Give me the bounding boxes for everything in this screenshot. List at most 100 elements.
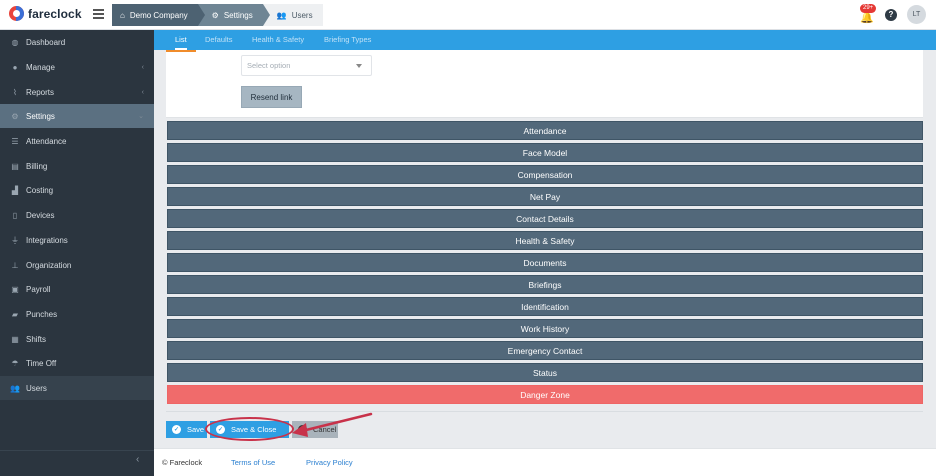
chart-icon: ⌇ — [13, 87, 17, 97]
section-net-pay[interactable]: Net Pay — [167, 187, 923, 206]
tab-health-safety[interactable]: Health & Safety — [252, 30, 304, 50]
sidebar-item-label: Reports — [26, 87, 55, 97]
fareclock-logo-icon — [9, 6, 24, 21]
home-icon: ⌂ — [120, 10, 125, 20]
breadcrumb-label: Demo Company — [129, 10, 188, 20]
factory-icon: ▟ — [11, 185, 19, 195]
sidebar-item-label: Dashboard — [26, 37, 66, 47]
sidebar-item-punches[interactable]: ▰ Punches — [0, 302, 154, 326]
section-danger-zone[interactable]: Danger Zone — [167, 385, 923, 404]
top-bar: fareclock ⌂ Demo Company ⚙ Settings 👥 Us… — [0, 0, 936, 30]
sidebar-item-settings[interactable]: ⚙ Settings ⌄ — [0, 104, 154, 128]
sidebar-item-organization[interactable]: ⊥ Organization — [0, 253, 154, 277]
sidebar-item-label: Manage — [26, 62, 55, 72]
sidebar-item-manage[interactable]: ● Manage ‹ — [0, 55, 154, 79]
chevron-left-icon: ‹ — [141, 63, 144, 71]
cancel-button-label: Cancel — [313, 425, 337, 434]
dashboard-icon: ◍ — [11, 37, 19, 47]
truck-icon: ▰ — [11, 309, 19, 319]
money-icon: ▣ — [11, 284, 19, 294]
tab-briefing-types[interactable]: Briefing Types — [324, 30, 371, 50]
section-work-history[interactable]: Work History — [167, 319, 923, 338]
app-name: fareclock — [28, 6, 82, 21]
section-briefings[interactable]: Briefings — [167, 275, 923, 294]
gear-icon: ⚙ — [211, 10, 219, 20]
sidebar-item-users[interactable]: 👥 Users — [0, 376, 154, 400]
check-icon: ✓ — [216, 425, 225, 434]
option-select[interactable]: Select option — [241, 55, 372, 76]
section-status[interactable]: Status — [167, 363, 923, 382]
caret-down-icon — [356, 64, 362, 68]
tab-list[interactable]: List — [175, 30, 187, 50]
section-emergency-contact[interactable]: Emergency Contact — [167, 341, 923, 360]
plug-icon: ⏚ — [11, 235, 19, 245]
actions-divider — [166, 411, 923, 412]
tab-defaults[interactable]: Defaults — [205, 30, 233, 50]
users-icon: 👥 — [10, 383, 20, 393]
save-button-label: Save — [187, 425, 205, 434]
save-button[interactable]: ✓ Save — [166, 421, 207, 438]
sidebar-item-time-off[interactable]: ☂ Time Off — [0, 351, 154, 375]
sidebar-item-billing[interactable]: ▤ Billing — [0, 154, 154, 178]
tablet-icon: ▯ — [12, 210, 18, 220]
app-logo[interactable]: fareclock — [9, 6, 82, 21]
notifications-bell-icon[interactable]: 🔔 29+ — [859, 3, 877, 24]
terms-of-use-link[interactable]: Terms of Use — [231, 458, 275, 467]
section-compensation[interactable]: Compensation — [167, 165, 923, 184]
sidebar-item-label: Time Off — [26, 358, 57, 368]
sidebar-item-shifts[interactable]: ▦ Shifts — [0, 327, 154, 351]
cancel-button[interactable]: ✕ Cancel — [292, 421, 338, 438]
shifts-icon: ▦ — [11, 334, 19, 344]
breadcrumb-users[interactable]: 👥 Users — [262, 4, 323, 26]
sidebar-item-label: Attendance — [26, 136, 67, 146]
chevron-down-icon: ⌄ — [138, 113, 144, 120]
sidebar: ◍ Dashboard ● Manage ‹ ⌇ Reports ‹ ⚙ Settings ⌄… — [0, 30, 154, 476]
users-icon: 👥 — [276, 10, 287, 20]
sidebar-item-label: Payroll — [26, 284, 51, 294]
sidebar-item-integrations[interactable]: ⏚ Integrations — [0, 228, 154, 252]
menu-toggle-icon[interactable] — [93, 9, 104, 19]
sidebar-item-label: Shifts — [26, 334, 47, 344]
tab-strip: List Defaults Health & Safety Briefing T… — [154, 30, 936, 50]
avatar[interactable]: LT — [907, 5, 926, 24]
save-close-button-label: Save & Close — [231, 425, 277, 434]
notification-badge: 29+ — [860, 3, 877, 13]
sitemap-icon: ⊥ — [11, 260, 19, 270]
sidebar-item-label: Users — [26, 383, 47, 393]
section-documents[interactable]: Documents — [167, 253, 923, 272]
section-contact-details[interactable]: Contact Details — [167, 209, 923, 228]
sidebar-divider — [0, 450, 154, 451]
resend-link-button[interactable]: Resend link — [241, 86, 302, 108]
chevron-left-icon: ‹ — [141, 88, 144, 96]
save-close-button[interactable]: ✓ Save & Close — [210, 421, 289, 438]
sidebar-item-costing[interactable]: ▟ Costing — [0, 178, 154, 202]
gear-icon: ⚙ — [11, 111, 19, 121]
sidebar-item-payroll[interactable]: ▣ Payroll — [0, 277, 154, 301]
user-form-card: Select option Resend link — [166, 50, 923, 118]
sidebar-item-reports[interactable]: ⌇ Reports ‹ — [0, 80, 154, 104]
breadcrumb-label: Settings — [223, 10, 253, 20]
sidebar-item-label: Settings — [26, 111, 55, 121]
breadcrumb-label: Users — [291, 10, 313, 20]
billing-icon: ▤ — [11, 161, 19, 171]
sidebar-item-label: Organization — [26, 260, 72, 270]
breadcrumb-settings[interactable]: ⚙ Settings — [197, 4, 270, 26]
footer: © Fareclock Terms of Use Privacy Policy — [154, 448, 936, 476]
umbrella-icon: ☂ — [11, 358, 19, 368]
collapse-sidebar-icon[interactable]: ‹ — [136, 454, 139, 465]
sidebar-item-label: Billing — [26, 161, 48, 171]
sidebar-item-devices[interactable]: ▯ Devices — [0, 203, 154, 227]
help-icon[interactable]: ? — [885, 8, 897, 21]
section-identification[interactable]: Identification — [167, 297, 923, 316]
list-icon: ☰ — [11, 136, 19, 146]
sidebar-item-label: Integrations — [26, 235, 68, 245]
sidebar-item-dashboard[interactable]: ◍ Dashboard — [0, 30, 154, 54]
breadcrumb-company[interactable]: ⌂ Demo Company — [112, 4, 205, 26]
section-face-model[interactable]: Face Model — [167, 143, 923, 162]
sidebar-item-label: Devices — [26, 210, 55, 220]
section-health-safety[interactable]: Health & Safety — [167, 231, 923, 250]
section-attendance[interactable]: Attendance — [167, 121, 923, 140]
sidebar-item-attendance[interactable]: ☰ Attendance — [0, 129, 154, 153]
privacy-policy-link[interactable]: Privacy Policy — [306, 458, 353, 467]
sidebar-item-label: Punches — [26, 309, 58, 319]
